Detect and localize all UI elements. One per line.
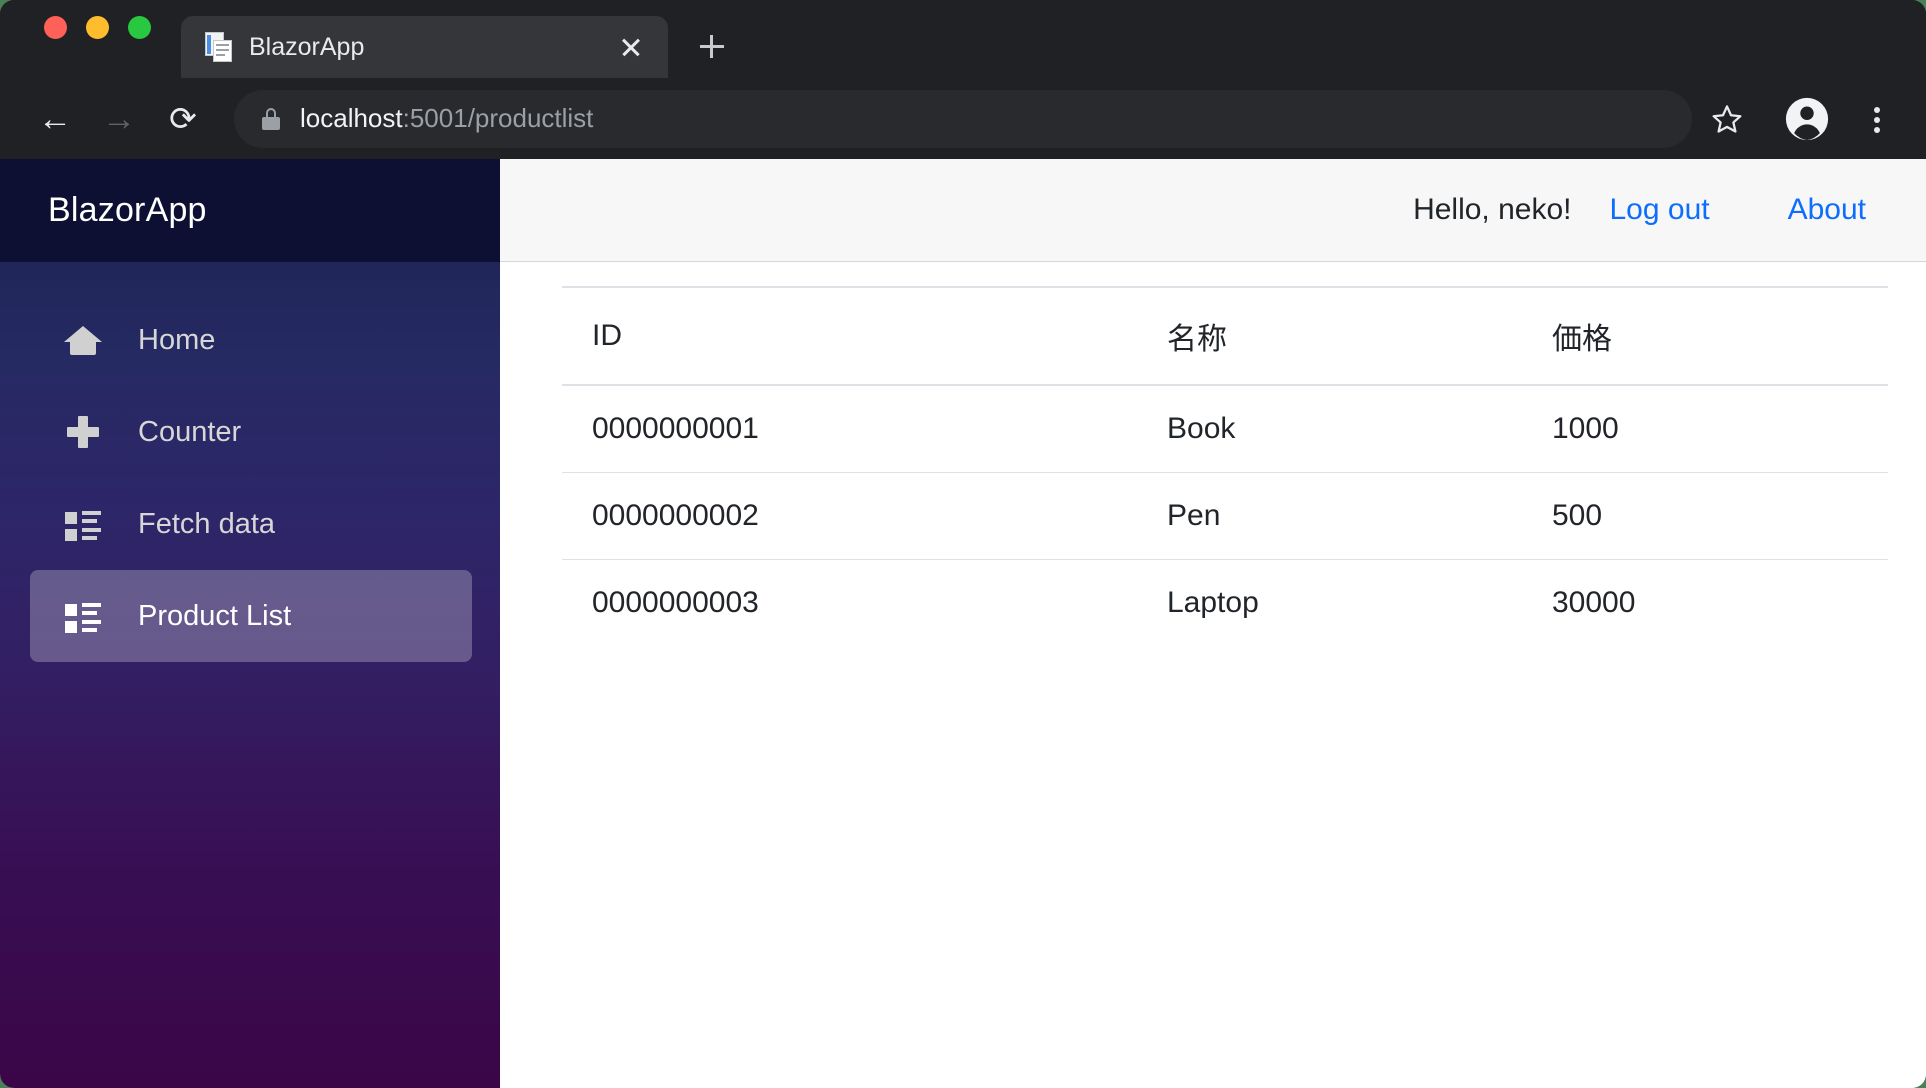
list-icon <box>64 505 102 543</box>
arrow-left-icon[interactable]: ← <box>26 90 84 148</box>
table-row[interactable]: 0000000003 Laptop 30000 <box>562 560 1888 647</box>
home-icon <box>64 321 102 359</box>
forward-glyph: → <box>102 99 136 138</box>
brand-title: BlazorApp <box>48 191 207 229</box>
table-body: 0000000001 Book 1000 0000000002 Pen 500 … <box>562 385 1888 646</box>
about-link[interactable]: About <box>1788 193 1866 227</box>
list-icon <box>64 597 102 635</box>
sidebar-item-label: Fetch data <box>138 507 276 540</box>
close-icon[interactable] <box>614 30 648 64</box>
document-pages-icon <box>205 32 233 62</box>
profile-avatar-icon[interactable] <box>1778 90 1836 148</box>
three-dot-menu-icon[interactable] <box>1854 90 1900 148</box>
cell-name: Laptop <box>1167 586 1259 619</box>
close-window-button[interactable] <box>44 15 67 39</box>
table-head: ID 名称 価格 <box>562 286 1888 386</box>
tab-strip: BlazorApp <box>0 0 1926 78</box>
sidebar-item-counter[interactable]: Counter <box>30 386 472 478</box>
cell-price: 1000 <box>1522 385 1888 473</box>
sidebar-item-home[interactable]: Home <box>30 294 472 386</box>
cell-id: 0000000001 <box>562 385 1137 473</box>
table-row[interactable]: 0000000001 Book 1000 <box>562 385 1888 473</box>
column-header-price: 価格 <box>1522 286 1888 386</box>
sidebar-item-label: Product List <box>138 599 292 632</box>
sidebar-item-label: Counter <box>138 415 242 448</box>
nav-list: Home Counter Fetch data Product List <box>0 262 500 662</box>
maximize-window-button[interactable] <box>128 15 151 39</box>
plus-icon <box>64 413 102 451</box>
product-table: ID 名称 価格 0000000001 Book 1000 0000000002 <box>562 286 1888 646</box>
cell-name: Book <box>1137 385 1522 473</box>
browser-toolbar: ← → ⟳ localhost:5001/productlist <box>0 78 1926 159</box>
plus-icon[interactable] <box>688 22 736 70</box>
table-header-row: ID 名称 価格 <box>562 286 1888 386</box>
column-header-id: ID <box>562 286 1137 386</box>
star-outline-icon[interactable] <box>1698 90 1756 148</box>
browser-window: BlazorApp ← → ⟳ localhost:5001/productli… <box>0 0 1926 1088</box>
reload-icon[interactable]: ⟳ <box>154 90 212 148</box>
url-path: :5001/productlist <box>402 103 594 133</box>
cell-price: 30000 <box>1552 586 1636 619</box>
cell-price: 500 <box>1522 472 1888 560</box>
greeting-text: Hello, neko! <box>1413 193 1572 226</box>
logout-link[interactable]: Log out <box>1610 193 1710 227</box>
main-area: Hello, neko! Log out About ID 名称 価格 0000… <box>500 159 1926 1088</box>
brand-bar[interactable]: BlazorApp <box>0 159 500 262</box>
tab-title: BlazorApp <box>249 32 365 61</box>
app-topbar: Hello, neko! Log out About <box>500 159 1926 262</box>
table-row[interactable]: 0000000002 Pen 500 <box>562 472 1888 560</box>
back-glyph: ← <box>38 99 72 138</box>
browser-tab[interactable]: BlazorApp <box>181 16 668 78</box>
address-bar[interactable]: localhost:5001/productlist <box>234 89 1692 148</box>
sidebar-item-product-list[interactable]: Product List <box>30 570 472 662</box>
cell-id: 0000000002 <box>562 472 1137 560</box>
sidebar-item-label: Home <box>138 323 216 356</box>
cell-id: 0000000003 <box>592 586 759 619</box>
content-area: ID 名称 価格 0000000001 Book 1000 0000000002 <box>500 262 1926 1088</box>
sidebar-item-fetch-data[interactable]: Fetch data <box>30 478 472 570</box>
cell-name: Pen <box>1137 472 1522 560</box>
arrow-right-icon[interactable]: → <box>90 90 148 148</box>
reload-glyph: ⟳ <box>169 99 197 137</box>
page-viewport: BlazorApp Home Counter Fetch data Produc… <box>0 159 1926 1088</box>
sidebar: BlazorApp Home Counter Fetch data Produc… <box>0 159 500 1088</box>
window-controls <box>0 0 151 78</box>
lock-icon <box>262 107 280 130</box>
url-host: localhost <box>300 103 403 133</box>
url-text: localhost:5001/productlist <box>300 103 593 134</box>
column-header-name: 名称 <box>1137 286 1522 386</box>
minimize-window-button[interactable] <box>86 15 109 39</box>
